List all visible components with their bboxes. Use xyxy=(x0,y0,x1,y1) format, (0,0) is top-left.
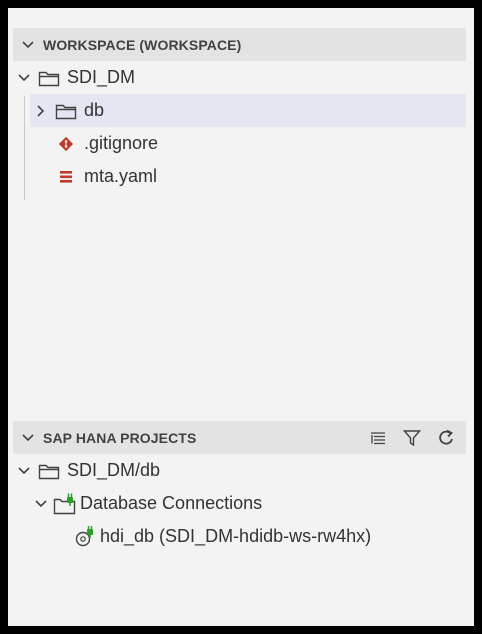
tree-item-label: Database Connections xyxy=(80,493,263,513)
db-connection-plug-icon xyxy=(74,525,98,548)
yaml-file-icon xyxy=(52,166,80,188)
workspace-section-title: WORKSPACE (WORKSPACE) xyxy=(43,36,242,53)
tree-item-label: hdi_db (SDI_DM-hdidb-ws-rw4hx) xyxy=(100,526,372,546)
git-icon xyxy=(52,133,80,155)
chevron-down-icon[interactable] xyxy=(13,73,35,83)
workspace-section-header[interactable]: WORKSPACE (WORKSPACE) xyxy=(13,28,466,61)
chevron-down-icon[interactable] xyxy=(13,433,43,443)
folder-icon xyxy=(35,460,63,482)
hana-projects-section-title: SAP HANA PROJECTS xyxy=(43,429,197,446)
tree-item-db[interactable]: db xyxy=(30,94,466,127)
tree-item-label: SDI_DM xyxy=(67,67,136,87)
tree-item-label: db xyxy=(84,100,105,120)
folder-icon xyxy=(52,100,80,122)
indent-guide xyxy=(24,96,25,200)
chevron-down-icon[interactable] xyxy=(30,499,52,509)
refresh-icon[interactable] xyxy=(434,426,458,450)
tree-item-root-folder[interactable]: SDI_DM xyxy=(13,61,466,94)
tree-item-label: .gitignore xyxy=(84,133,159,153)
tree-item-gitignore[interactable]: .gitignore xyxy=(52,127,466,160)
tree-item-label: mta.yaml xyxy=(84,166,158,186)
section-actions xyxy=(366,426,466,450)
folder-icon xyxy=(35,67,63,89)
database-connections-folder-icon xyxy=(52,493,80,515)
chevron-down-icon[interactable] xyxy=(13,466,35,476)
tree-item-hana-project[interactable]: SDI_DM/db xyxy=(13,454,466,487)
chevron-right-icon[interactable] xyxy=(30,104,52,118)
hana-projects-section-header[interactable]: SAP HANA PROJECTS xyxy=(13,421,466,454)
tree-item-database-connections[interactable]: Database Connections xyxy=(30,487,466,520)
tree-item-label: SDI_DM/db xyxy=(67,460,161,480)
chevron-down-icon[interactable] xyxy=(13,40,43,50)
filter-icon[interactable] xyxy=(400,426,424,450)
explorer-panel: WORKSPACE (WORKSPACE) SDI_DM db .gitigno… xyxy=(8,8,474,626)
tree-item-mta-yaml[interactable]: mta.yaml xyxy=(52,160,466,193)
collapse-all-icon[interactable] xyxy=(366,426,390,450)
tree-item-hdi-connection[interactable]: hdi_db (SDI_DM-hdidb-ws-rw4hx) xyxy=(74,520,466,553)
